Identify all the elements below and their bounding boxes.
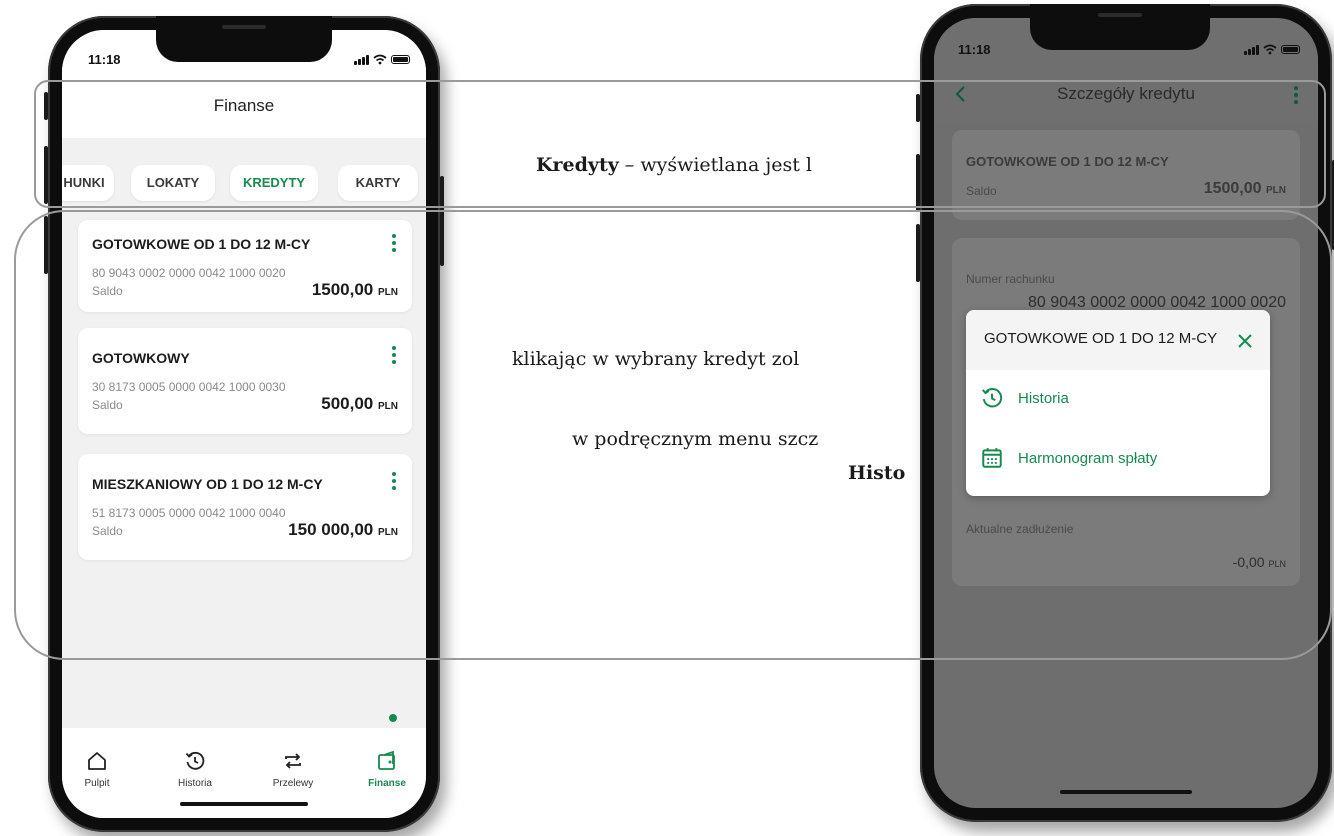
active-indicator-dot [389,714,397,722]
callout-line-3: w podręcznym menu szcz [572,428,819,450]
wifi-icon [373,54,387,65]
battery-icon [1281,45,1300,54]
callout-line-4: Histo [848,462,906,484]
nav-label: Finanse [368,778,406,789]
status-icons [354,54,410,65]
status-icons [1244,44,1300,55]
signal-icon [354,54,369,65]
callout-line-2: klikając w wybrany kredyt zol [512,348,800,370]
nav-label: Historia [178,778,212,789]
status-time: 11:18 [958,42,991,57]
home-icon [88,752,106,770]
wifi-icon [1263,44,1277,55]
callout-text: – wyświetlana jest l [618,154,812,176]
bottom-nav: Pulpit Historia Przelewy Finanse [62,728,426,818]
phone-notch [1030,4,1210,50]
battery-icon [391,55,410,64]
status-time: 11:18 [88,52,121,67]
signal-icon [1244,44,1259,55]
home-indicator [1060,790,1192,794]
transfer-icon [285,753,301,769]
callout-line-1: Kredyty – wyświetlana jest l [536,154,812,176]
nav-item-przelewy[interactable]: Przelewy [258,750,328,789]
nav-item-pulpit[interactable]: Pulpit [62,750,132,789]
phone-notch [156,16,332,62]
highlight-frame-tabs [34,80,1326,208]
nav-item-historia[interactable]: Historia [160,750,230,789]
nav-item-finanse[interactable]: Finanse [352,750,422,789]
history-icon [185,751,205,770]
nav-label: Przelewy [272,778,314,789]
finance-icon [378,750,395,770]
nav-label: Pulpit [84,778,110,789]
home-indicator [180,802,308,806]
callout-bold: Kredyty [536,154,619,176]
